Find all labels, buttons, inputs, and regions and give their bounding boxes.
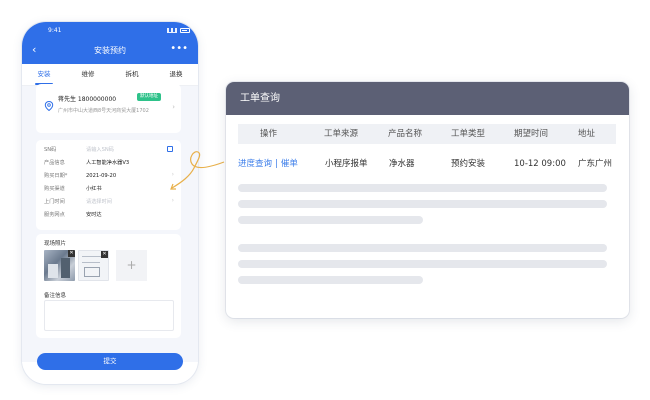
order-type: 预约安装 xyxy=(451,159,486,169)
panel-title: 工单查询 xyxy=(226,82,629,115)
skeleton-line xyxy=(238,200,607,208)
skeleton-line xyxy=(238,184,607,192)
submit-button[interactable]: 提交 xyxy=(37,353,183,370)
progress-query-link[interactable]: 进度查询 xyxy=(238,159,272,169)
purchase-date-value: 2021-09-20 xyxy=(86,172,117,179)
site-photo[interactable]: ✕ xyxy=(44,250,75,281)
location-pin-icon xyxy=(44,101,54,111)
service-tabs: 安装 维修 拆机 退换 xyxy=(22,64,198,86)
tab-repair[interactable]: 维修 xyxy=(66,64,110,85)
column-header: 地址 xyxy=(578,129,596,139)
column-header: 期望时间 xyxy=(514,129,549,139)
product-name: 净水器 xyxy=(389,159,415,169)
row-actions: 进度查询 | 催单 xyxy=(238,157,298,171)
product-value: 人工智能净水器V3 xyxy=(86,160,130,166)
product-form: SN码 请输入SN码 产品信息 人工智能净水器V3 购买日期* 2021-09-… xyxy=(36,140,181,230)
column-header: 产品名称 xyxy=(388,129,423,139)
skeleton-line xyxy=(238,244,607,252)
order-source: 小程序报单 xyxy=(325,159,368,169)
sn-label: SN码 xyxy=(44,147,57,153)
chevron-right-icon: › xyxy=(172,103,175,111)
channel-value: 小红书 xyxy=(86,186,102,192)
tab-uninstall[interactable]: 拆机 xyxy=(110,64,154,85)
address-line: 广州市中山大道西8号天河商贸大厦1702 xyxy=(58,108,149,114)
chevron-left-icon[interactable]: ‹ xyxy=(32,43,36,57)
service-point-row[interactable]: 服务网点 安时达 xyxy=(44,209,175,220)
skeleton-line xyxy=(238,216,423,224)
column-header: 工单来源 xyxy=(324,129,359,139)
column-header: 操作 xyxy=(260,129,278,139)
site-photo[interactable]: ✕ xyxy=(78,250,109,281)
close-icon[interactable]: ✕ xyxy=(101,251,108,258)
action-separator: | xyxy=(275,159,278,169)
channel-row[interactable]: 购买渠道 小红书 xyxy=(44,183,175,194)
table-header: 操作 工单来源 产品名称 工单类型 期望时间 地址 xyxy=(238,124,616,144)
urge-link[interactable]: 催单 xyxy=(281,159,298,169)
remark-title: 备注信息 xyxy=(44,293,67,299)
status-time: 9:41 xyxy=(48,26,62,34)
status-bar: 9:41 xyxy=(32,25,190,35)
signal-icon xyxy=(167,27,177,33)
skeleton-line xyxy=(238,260,607,268)
plus-icon[interactable]: + xyxy=(116,250,147,281)
status-icons xyxy=(167,27,190,33)
sn-input[interactable]: 请输入SN码 xyxy=(86,146,114,153)
remark-textarea[interactable] xyxy=(44,300,174,331)
service-point-value: 安时达 xyxy=(86,212,102,218)
channel-label: 购买渠道 xyxy=(44,186,65,192)
default-address-badge: 默认地址 xyxy=(137,93,161,101)
purchase-date-row[interactable]: 购买日期* 2021-09-20 › xyxy=(44,170,175,181)
close-icon[interactable]: ✕ xyxy=(68,250,75,257)
phone-mockup: 9:41 ‹ 安装预约 ••• 安装 维修 拆机 退换 蒋先生 18000000… xyxy=(22,22,198,384)
app-header: 9:41 ‹ 安装预约 ••• xyxy=(22,22,198,64)
purchase-date-label: 购买日期* xyxy=(44,173,68,179)
skeleton-line xyxy=(238,276,423,284)
product-label: 产品信息 xyxy=(44,160,65,166)
work-order-panel: 工单查询 操作 工单来源 产品名称 工单类型 期望时间 地址 进度查询 | 催单 小… xyxy=(226,82,629,318)
tab-return[interactable]: 退换 xyxy=(154,64,198,85)
service-point-label: 服务网点 xyxy=(44,212,65,218)
address-card[interactable]: 蒋先生 1800000000 默认地址 广州市中山大道西8号天河商贸大厦1702… xyxy=(36,84,181,133)
photo-section-title: 现场照片 xyxy=(44,241,67,247)
page-title: 安装预约 xyxy=(94,45,126,55)
more-dots-icon[interactable]: ••• xyxy=(170,42,188,56)
visit-time-label: 上门时间 xyxy=(44,199,65,205)
photo-card: 现场照片 ✕ ✕ + 备注信息 xyxy=(36,234,181,338)
contact-name-phone: 蒋先生 1800000000 xyxy=(58,96,117,103)
address: 广东广州 xyxy=(578,159,613,169)
tab-install[interactable]: 安装 xyxy=(22,64,66,85)
sn-row[interactable]: SN码 请输入SN码 xyxy=(44,144,175,155)
battery-icon xyxy=(180,27,190,33)
visit-time-picker[interactable]: 请选择时间 xyxy=(86,198,112,205)
product-row[interactable]: 产品信息 人工智能净水器V3 xyxy=(44,157,175,168)
expected-time: 10-12 09:00 xyxy=(514,159,566,169)
visit-time-row[interactable]: 上门时间 请选择时间 › xyxy=(44,196,175,207)
column-header: 工单类型 xyxy=(451,129,486,139)
nav-bar: ‹ 安装预约 ••• xyxy=(22,40,198,60)
